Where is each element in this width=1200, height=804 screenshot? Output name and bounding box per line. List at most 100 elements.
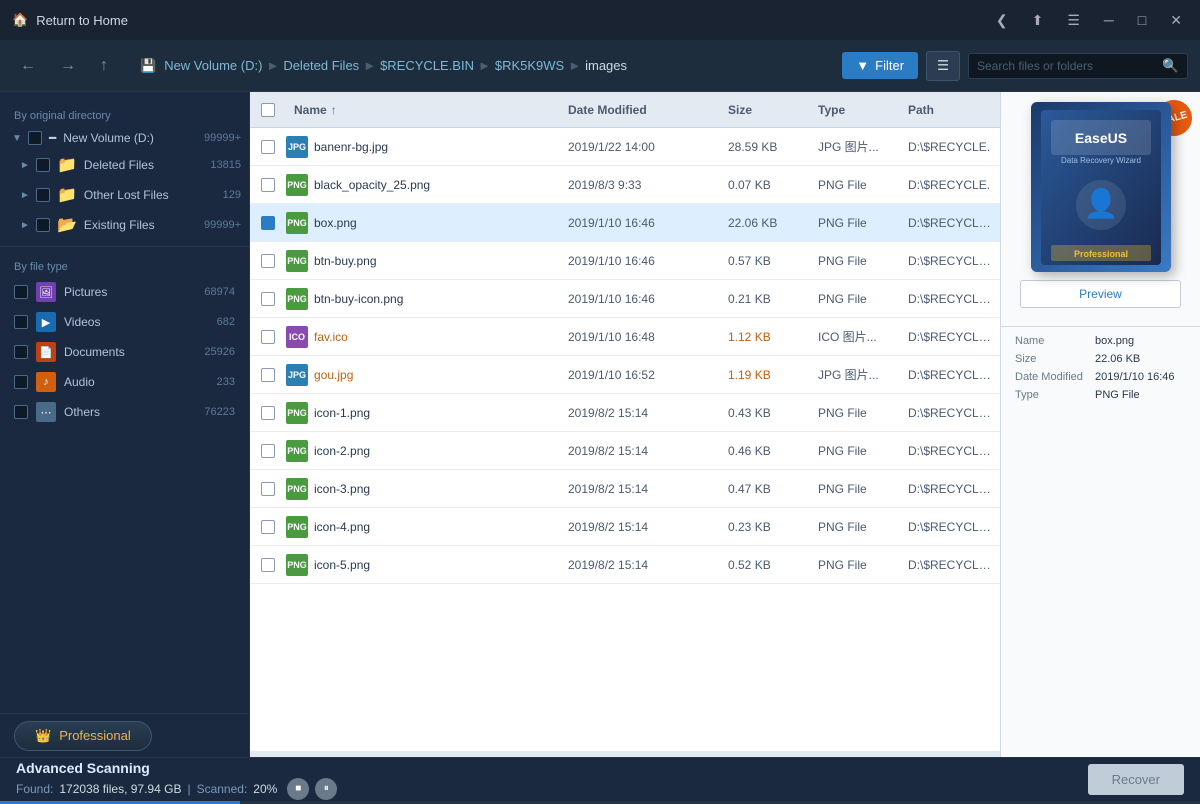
select-all-checkbox[interactable] <box>261 103 275 117</box>
videos-icon: ▶ <box>36 312 56 332</box>
file-type: PNG File <box>810 558 900 572</box>
file-type-icon: JPG <box>286 364 308 386</box>
col-header-type[interactable]: Type <box>810 103 900 117</box>
col-header-path[interactable]: Path <box>900 103 1000 117</box>
forward-button[interactable]: → <box>52 51 84 81</box>
pictures-icon: 🖼 <box>36 282 56 302</box>
sidebar-item-existing-files[interactable]: ► 📂 Existing Files 99999+ <box>0 210 249 240</box>
row-checkbox[interactable] <box>261 216 275 230</box>
sidebar-item-audio[interactable]: ♪ Audio 233 <box>0 367 249 397</box>
recover-button[interactable]: Recover <box>1088 764 1184 795</box>
file-type: ICO 图片... <box>810 328 900 345</box>
other-lost-count: 129 <box>223 189 241 201</box>
breadcrumb-item-2[interactable]: $RECYCLE.BIN <box>380 58 474 73</box>
existing-checkbox[interactable] <box>36 218 50 232</box>
documents-checkbox[interactable] <box>14 345 28 359</box>
search-input[interactable] <box>977 59 1162 73</box>
col-header-size[interactable]: Size <box>720 103 810 117</box>
table-row[interactable]: PNGicon-4.png2019/8/2 15:140.23 KBPNG Fi… <box>250 508 1000 546</box>
row-checkbox[interactable] <box>261 330 275 344</box>
file-date: 2019/8/2 15:14 <box>560 520 720 534</box>
file-type: PNG File <box>810 178 900 192</box>
bottom-status-row: Found: 172038 files, 97.94 GB | Scanned:… <box>16 778 337 800</box>
sidebar-item-other-lost[interactable]: ► 📁 Other Lost Files 129 <box>0 180 249 210</box>
breadcrumb: New Volume (D:) ► Deleted Files ► $RECYC… <box>164 58 834 73</box>
file-type-icon: PNG <box>286 440 308 462</box>
table-row[interactable]: PNGicon-2.png2019/8/2 15:140.46 KBPNG Fi… <box>250 432 1000 470</box>
sidebar-item-documents[interactable]: 📄 Documents 25926 <box>0 337 249 367</box>
filter-label: Filter <box>875 58 904 73</box>
videos-checkbox[interactable] <box>14 315 28 329</box>
up-button[interactable]: ↑ <box>92 51 116 81</box>
breadcrumb-item-1[interactable]: Deleted Files <box>283 58 359 73</box>
sidebar-item-videos[interactable]: ▶ Videos 682 <box>0 307 249 337</box>
maximize-button[interactable]: □ <box>1132 8 1152 32</box>
row-checkbox[interactable] <box>261 444 275 458</box>
upload-button[interactable]: ⬆ <box>1026 8 1050 33</box>
others-icon: ⋯ <box>36 402 56 422</box>
professional-button[interactable]: 👑 Professional <box>14 721 152 751</box>
row-checkbox[interactable] <box>261 520 275 534</box>
table-row[interactable]: PNGicon-3.png2019/8/2 15:140.47 KBPNG Fi… <box>250 470 1000 508</box>
table-row[interactable]: PNGicon-5.png2019/8/2 15:140.52 KBPNG Fi… <box>250 546 1000 584</box>
table-row[interactable]: PNGicon-1.png2019/8/2 15:140.43 KBPNG Fi… <box>250 394 1000 432</box>
breadcrumb-item-4[interactable]: images <box>585 58 627 73</box>
row-checkbox[interactable] <box>261 482 275 496</box>
view-menu-button[interactable]: ☰ <box>926 51 960 81</box>
tree-root[interactable]: ▼ ━ New Volume (D:) 99999+ <box>0 126 249 150</box>
row-check-col <box>250 368 286 382</box>
stop-button[interactable]: ■ <box>287 778 309 800</box>
row-checkbox[interactable] <box>261 140 275 154</box>
filter-button[interactable]: ▼ Filter <box>842 52 918 79</box>
folder-existing-icon: 📂 <box>57 215 77 235</box>
videos-count: 682 <box>217 316 235 328</box>
share-button[interactable]: ❮ <box>990 8 1014 33</box>
name-value: box.png <box>1095 335 1186 347</box>
row-checkbox[interactable] <box>261 178 275 192</box>
table-row[interactable]: PNGbtn-buy.png2019/1/10 16:460.57 KBPNG … <box>250 242 1000 280</box>
sidebar-item-pictures[interactable]: 🖼 Pictures 68974 <box>0 277 249 307</box>
audio-checkbox[interactable] <box>14 375 28 389</box>
sidebar-item-others[interactable]: ⋯ Others 76223 <box>0 397 249 427</box>
pictures-checkbox[interactable] <box>14 285 28 299</box>
product-image: EaseUS Data Recovery Wizard 👤 Profession… <box>1031 102 1171 272</box>
table-row[interactable]: JPGgou.jpg2019/1/10 16:521.19 KBJPG 图片..… <box>250 356 1000 394</box>
search-button[interactable]: 🔍 <box>1162 58 1179 74</box>
search-box: 🔍 <box>968 53 1188 79</box>
scanning-title: Advanced Scanning <box>16 760 337 776</box>
row-checkbox[interactable] <box>261 368 275 382</box>
file-type-icon: JPG <box>286 136 308 158</box>
other-lost-checkbox[interactable] <box>36 188 50 202</box>
table-row[interactable]: PNGblack_opacity_25.png2019/8/3 9:330.07… <box>250 166 1000 204</box>
row-checkbox[interactable] <box>261 406 275 420</box>
others-checkbox[interactable] <box>14 405 28 419</box>
breadcrumb-item-3[interactable]: $RK5K9WS <box>495 58 564 73</box>
breadcrumb-item-0[interactable]: New Volume (D:) <box>164 58 262 73</box>
col-header-date[interactable]: Date Modified <box>560 103 720 117</box>
file-path: D:\$RECYCLE. <box>900 140 1000 154</box>
row-check-col <box>250 330 286 344</box>
file-size: 1.19 KB <box>720 368 810 382</box>
svg-text:Data Recovery Wizard: Data Recovery Wizard <box>1060 156 1140 165</box>
table-row[interactable]: JPGbanenr-bg.jpg2019/1/22 14:0028.59 KBJ… <box>250 128 1000 166</box>
pause-button[interactable]: ⏸ <box>315 778 337 800</box>
row-checkbox[interactable] <box>261 292 275 306</box>
minimize-button[interactable]: ─ <box>1098 8 1120 32</box>
deleted-checkbox[interactable] <box>36 158 50 172</box>
back-button[interactable]: ← <box>12 51 44 81</box>
root-checkbox[interactable] <box>28 131 42 145</box>
table-row[interactable]: PNGbtn-buy-icon.png2019/1/10 16:460.21 K… <box>250 280 1000 318</box>
table-row[interactable]: PNGbox.png2019/1/10 16:4622.06 KBPNG Fil… <box>250 204 1000 242</box>
file-type: PNG File <box>810 482 900 496</box>
row-checkbox[interactable] <box>261 254 275 268</box>
col-header-name[interactable]: Name ↑ <box>286 103 560 117</box>
close-button[interactable]: ✕ <box>1164 8 1188 33</box>
row-check-col <box>250 178 286 192</box>
type-value: PNG File <box>1095 389 1186 401</box>
preview-button[interactable]: Preview <box>1020 280 1181 308</box>
sidebar-item-deleted-files[interactable]: ► 📁 Deleted Files 13815 <box>0 150 249 180</box>
row-checkbox[interactable] <box>261 558 275 572</box>
file-name: gou.jpg <box>314 368 560 382</box>
menu-button[interactable]: ☰ <box>1061 8 1086 33</box>
table-row[interactable]: ICOfav.ico2019/1/10 16:481.12 KBICO 图片..… <box>250 318 1000 356</box>
